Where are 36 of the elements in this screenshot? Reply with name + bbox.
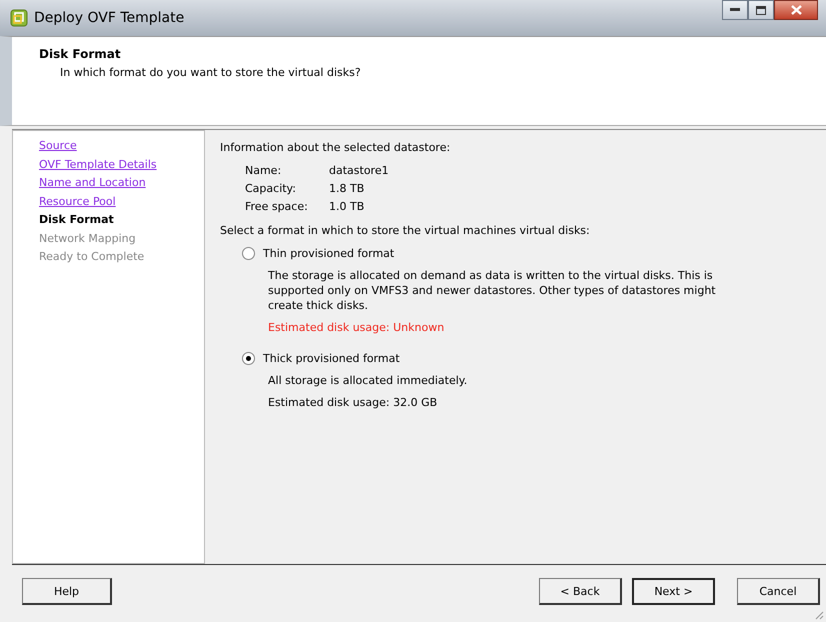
field-value: datastore1 bbox=[329, 163, 389, 179]
disk-usage-estimate: Estimated disk usage: 32.0 GB bbox=[268, 396, 438, 409]
step-link[interactable]: Name and Location bbox=[39, 174, 146, 192]
step-link[interactable]: OVF Template Details bbox=[39, 156, 157, 174]
field-label: Free space: bbox=[245, 199, 309, 215]
option-description: The storage is allocated on demand as data is written to the virtual disks. This is supported only on VMFS3 and newer datastores. Other types of datastores might create thick disks. bbox=[268, 268, 717, 313]
dialog-button[interactable]: < Back bbox=[539, 578, 622, 605]
page-subtitle: In which format do you want to store the virtual disks? bbox=[60, 66, 362, 79]
close-button[interactable] bbox=[774, 0, 818, 20]
section-heading: Select a format in which to store the virtual machines virtual disks: bbox=[220, 224, 591, 237]
field-value: 1.0 TB bbox=[329, 199, 366, 215]
field-value: 1.8 TB bbox=[329, 181, 366, 197]
minimize-icon bbox=[730, 8, 740, 12]
step-link[interactable]: Source bbox=[39, 137, 77, 156]
page-title: Disk Format bbox=[39, 47, 122, 61]
radio-button[interactable]: Thin provisioned format bbox=[242, 247, 394, 260]
close-icon bbox=[790, 5, 802, 15]
step-item: Ready to Complete bbox=[39, 249, 144, 265]
step-item: Disk Format bbox=[39, 212, 114, 228]
field-label: Name: bbox=[245, 163, 282, 179]
step-link[interactable]: Resource Pool bbox=[39, 192, 116, 211]
dialog-button[interactable]: Next > bbox=[632, 578, 715, 605]
resize-grip-icon bbox=[814, 610, 824, 620]
option-description: All storage is allocated immediately. bbox=[268, 373, 468, 388]
window-title: Deploy OVF Template bbox=[34, 10, 184, 26]
dialog-button[interactable]: Cancel bbox=[737, 578, 820, 605]
section-heading: Information about the selected datastore: bbox=[220, 141, 452, 154]
app-icon bbox=[10, 9, 28, 27]
radio-button[interactable]: Thick provisioned format bbox=[242, 352, 400, 365]
step-item: Network Mapping bbox=[39, 230, 136, 246]
disk-usage-estimate: Estimated disk usage: Unknown bbox=[268, 321, 444, 334]
minimize-button[interactable] bbox=[722, 0, 748, 20]
maximize-button[interactable] bbox=[748, 0, 774, 20]
maximize-icon bbox=[756, 6, 766, 14]
help-button[interactable]: Help bbox=[22, 578, 112, 605]
field-label: Capacity: bbox=[245, 181, 297, 197]
